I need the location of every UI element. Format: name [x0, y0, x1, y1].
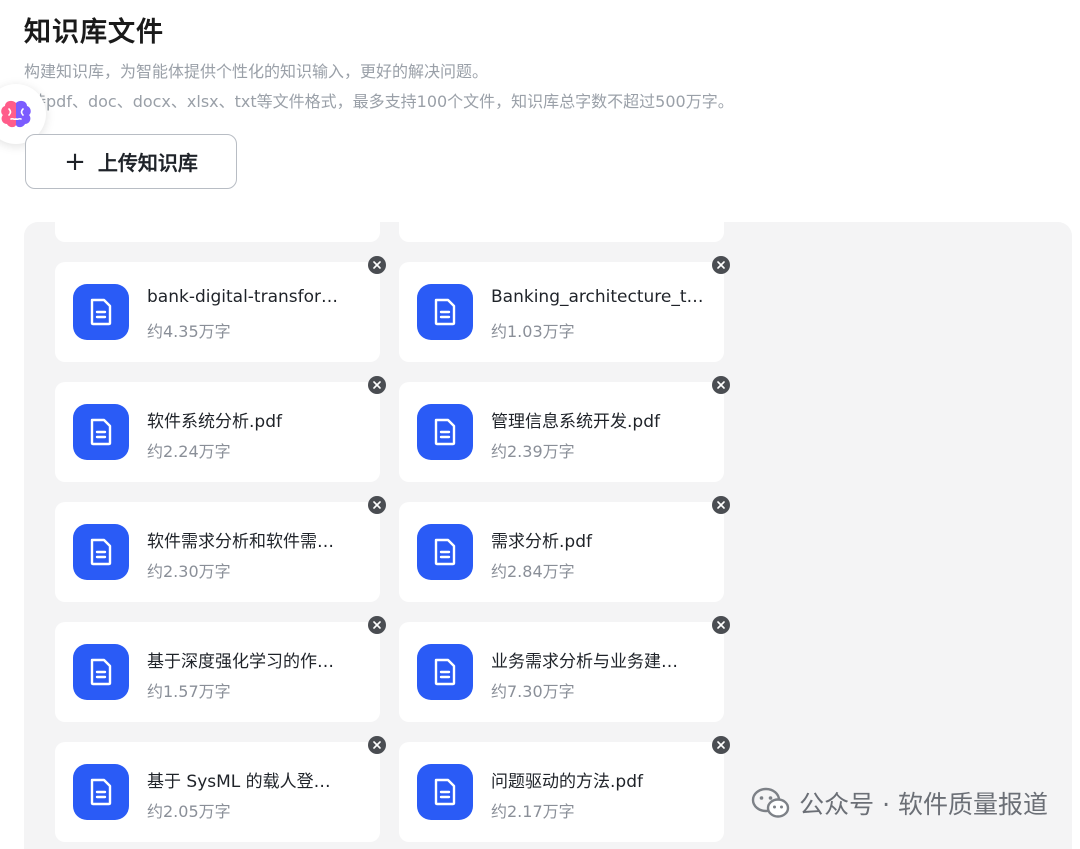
document-icon: [417, 524, 473, 580]
file-card[interactable]: 软件需求分析和软件需… 约2.30万字: [55, 502, 380, 602]
close-icon: [717, 261, 725, 269]
file-word-count: 约2.84万字: [491, 562, 575, 581]
file-word-count: 约4.35万字: [147, 322, 231, 341]
file-card[interactable]: 需求分析.pdf 约2.84万字: [399, 502, 724, 602]
file-word-count: 约2.24万字: [147, 442, 231, 461]
file-card-partial[interactable]: [399, 222, 724, 242]
upload-knowledge-button[interactable]: + 上传知识库: [25, 134, 237, 189]
wechat-watermark: 公众号 · 软件质量报道: [751, 785, 1048, 821]
file-card[interactable]: 问题驱动的方法.pdf 约2.17万字: [399, 742, 724, 842]
file-word-count: 约2.05万字: [147, 802, 231, 821]
plus-icon: +: [64, 146, 86, 177]
remove-file-button[interactable]: [368, 496, 386, 514]
page-title: 知识库文件: [24, 17, 164, 48]
file-card[interactable]: 管理信息系统开发.pdf 约2.39万字: [399, 382, 724, 482]
file-word-count: 约2.39万字: [491, 442, 575, 461]
file-name: 基于深度强化学习的作…: [147, 652, 334, 672]
close-icon: [717, 621, 725, 629]
remove-file-button[interactable]: [712, 496, 730, 514]
close-icon: [373, 261, 381, 269]
file-word-count: 约2.30万字: [147, 562, 231, 581]
remove-file-button[interactable]: [712, 256, 730, 274]
file-card[interactable]: bank-digital-transfor… 约4.35万字: [55, 262, 380, 362]
file-name: 基于 SysML 的载人登…: [147, 772, 331, 792]
document-icon: [73, 644, 129, 700]
file-word-count: 约2.17万字: [491, 802, 575, 821]
file-word-count: 约1.57万字: [147, 682, 231, 701]
document-icon: [417, 284, 473, 340]
file-word-count: 约1.03万字: [491, 322, 575, 341]
file-card[interactable]: 基于深度强化学习的作… 约1.57万字: [55, 622, 380, 722]
document-icon: [73, 404, 129, 460]
file-name: 需求分析.pdf: [491, 532, 592, 552]
watermark-text: 公众号 · 软件质量报道: [799, 790, 1048, 819]
close-icon: [717, 501, 725, 509]
close-icon: [717, 381, 725, 389]
file-name: 软件系统分析.pdf: [147, 412, 282, 432]
file-word-count: 约7.30万字: [491, 682, 575, 701]
file-name: 软件需求分析和软件需…: [147, 532, 334, 552]
remove-file-button[interactable]: [368, 256, 386, 274]
close-icon: [373, 741, 381, 749]
close-icon: [373, 501, 381, 509]
document-icon: [73, 764, 129, 820]
document-icon: [417, 764, 473, 820]
file-name: Banking_architecture_t…: [491, 287, 704, 307]
file-name: 管理信息系统开发.pdf: [491, 412, 660, 432]
document-icon: [73, 524, 129, 580]
remove-file-button[interactable]: [712, 376, 730, 394]
document-icon: [417, 644, 473, 700]
upload-button-label: 上传知识库: [97, 151, 198, 175]
file-card[interactable]: 业务需求分析与业务建… 约7.30万字: [399, 622, 724, 722]
file-list-panel[interactable]: bank-digital-transfor… 约4.35万字 Banking_a…: [24, 222, 1072, 849]
file-name: bank-digital-transfor…: [147, 287, 339, 307]
file-card-partial[interactable]: [55, 222, 380, 242]
document-icon: [73, 284, 129, 340]
close-icon: [373, 381, 381, 389]
wechat-icon: [751, 787, 790, 818]
file-card[interactable]: Banking_architecture_t… 约1.03万字: [399, 262, 724, 362]
brain-icon: [1, 100, 31, 128]
file-name: 业务需求分析与业务建…: [491, 652, 678, 672]
remove-file-button[interactable]: [712, 616, 730, 634]
page-description: 构建知识库，为智能体提供个性化的知识输入，更好的解决问题。: [24, 62, 489, 81]
file-format-hint: 持pdf、doc、docx、xlsx、txt等文件格式，最多支持100个文件，知…: [30, 92, 734, 111]
remove-file-button[interactable]: [712, 736, 730, 754]
close-icon: [717, 741, 725, 749]
file-card[interactable]: 基于 SysML 的载人登… 约2.05万字: [55, 742, 380, 842]
remove-file-button[interactable]: [368, 736, 386, 754]
document-icon: [417, 404, 473, 460]
remove-file-button[interactable]: [368, 376, 386, 394]
remove-file-button[interactable]: [368, 616, 386, 634]
knowledge-base-page: 知识库文件 构建知识库，为智能体提供个性化的知识输入，更好的解决问题。 持pdf…: [0, 0, 1080, 849]
file-card[interactable]: 软件系统分析.pdf 约2.24万字: [55, 382, 380, 482]
file-name: 问题驱动的方法.pdf: [491, 772, 643, 792]
close-icon: [373, 621, 381, 629]
